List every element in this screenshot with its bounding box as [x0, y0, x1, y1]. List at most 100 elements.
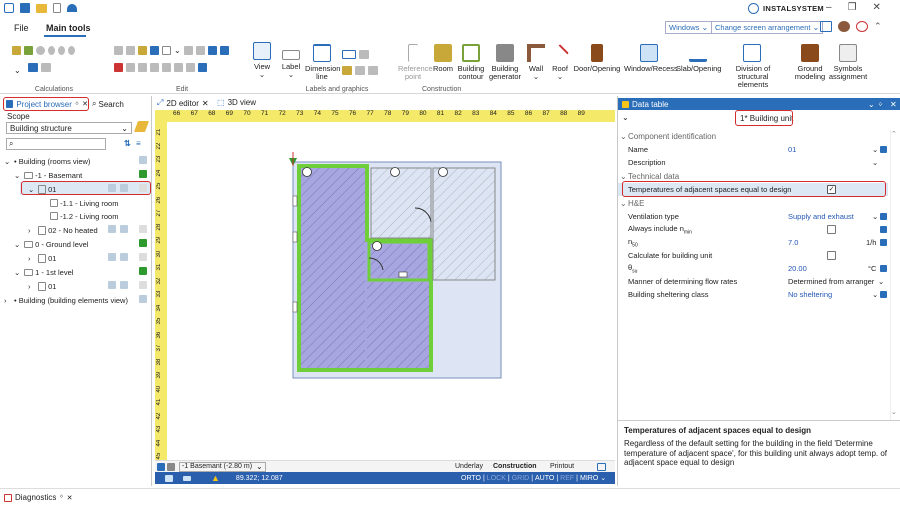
- remove-icon[interactable]: [139, 281, 147, 289]
- mirror-icon[interactable]: [183, 46, 193, 55]
- windows-dropdown[interactable]: Windows ⌄: [665, 21, 713, 34]
- settings-icon[interactable]: [28, 63, 38, 72]
- room-living-1[interactable]: [301, 168, 365, 368]
- chevron-down-icon[interactable]: ⌄: [600, 474, 606, 482]
- prop-description[interactable]: Description ⌄: [618, 156, 888, 169]
- filter-icon[interactable]: ≡: [136, 139, 141, 148]
- tree-node[interactable]: -1.1 - Living room: [50, 196, 118, 210]
- close-icon[interactable]: ✕: [67, 494, 73, 502]
- move-icon[interactable]: [150, 46, 159, 55]
- checkbox-unchecked[interactable]: [827, 251, 836, 260]
- diagnostics-tab[interactable]: Diagnostics: [15, 493, 56, 502]
- dimension-line-button[interactable]: Dimension line: [304, 44, 340, 81]
- array-icon[interactable]: [207, 46, 217, 55]
- view-mode-icon[interactable]: [139, 295, 147, 303]
- link-icon[interactable]: [880, 291, 887, 298]
- ground-modeling-button[interactable]: Ground modeling: [792, 44, 828, 81]
- prop-calc-unit[interactable]: Calculate for building unit: [618, 249, 888, 262]
- slab-opening-button[interactable]: Slab/Opening: [676, 44, 721, 73]
- underlay-button[interactable]: Underlay: [455, 463, 483, 470]
- chevron-down-icon[interactable]: ⌄: [174, 46, 181, 55]
- pin-icon[interactable]: ᛜ: [878, 100, 883, 109]
- grid-icon[interactable]: [355, 66, 365, 75]
- unit-badge-icon[interactable]: [120, 281, 128, 289]
- grid-icon[interactable]: [174, 63, 183, 72]
- unit-badge-icon[interactable]: [108, 281, 116, 289]
- view-mode-icon[interactable]: [139, 156, 147, 164]
- symbols-assignment-button[interactable]: Symbols assignment: [828, 44, 868, 81]
- section-component-identification[interactable]: ⌄ Component identification: [618, 130, 888, 142]
- collapse-ribbon-icon[interactable]: ⌃: [874, 21, 882, 32]
- tab-search[interactable]: ⌕ Search: [92, 99, 124, 109]
- remove-icon[interactable]: [139, 253, 147, 261]
- prop-always-include[interactable]: Always include nmin: [618, 223, 888, 236]
- settings-icon[interactable]: [856, 21, 868, 32]
- pin-icon[interactable]: ᛜ: [59, 494, 63, 501]
- text-style-icon[interactable]: [342, 50, 356, 59]
- unit-badge-icon[interactable]: [108, 253, 116, 261]
- symbol-icon[interactable]: [186, 63, 195, 72]
- paste-icon[interactable]: [138, 46, 147, 55]
- menu-main-tools[interactable]: Main tools: [46, 23, 91, 33]
- remove-icon[interactable]: [139, 225, 147, 233]
- options-icon[interactable]: [597, 462, 606, 471]
- tree-node[interactable]: ⌄ -1 - Basemant: [14, 168, 82, 182]
- tree-node[interactable]: ⌄ 0 - Ground level: [14, 237, 88, 251]
- warning-icon[interactable]: ▲: [211, 473, 220, 483]
- door-opening-button[interactable]: Door/Opening: [573, 44, 621, 73]
- prop-ventilation[interactable]: Ventilation type Supply and exhaust ⌄: [618, 210, 888, 223]
- chevron-down-icon[interactable]: ⌄: [14, 66, 21, 75]
- prop-name[interactable]: Name 01 ⌄: [618, 143, 888, 156]
- tree-node[interactable]: › 02 - No heated: [28, 223, 98, 237]
- room-unheated-2[interactable]: [432, 167, 496, 281]
- mode-ref[interactable]: REF: [560, 475, 574, 482]
- room-button[interactable]: Room: [431, 44, 455, 73]
- calc-icon[interactable]: [12, 46, 21, 55]
- tree-node[interactable]: › 01: [28, 279, 56, 293]
- text-icon[interactable]: [195, 46, 205, 55]
- prop-theta-su[interactable]: θsu 20.00 °C: [618, 262, 888, 275]
- select-icon[interactable]: [162, 46, 171, 55]
- scale-icon[interactable]: [150, 63, 159, 72]
- building-icon[interactable]: [24, 46, 33, 55]
- aa-icon[interactable]: [198, 63, 207, 72]
- new-file-icon[interactable]: [53, 3, 61, 13]
- restore-icon[interactable]: ❐: [848, 2, 857, 13]
- unit-badge-icon[interactable]: [120, 225, 128, 233]
- copy-icon[interactable]: [114, 46, 123, 55]
- save-icon[interactable]: [20, 3, 30, 13]
- mode-lock[interactable]: LOCK: [487, 475, 506, 482]
- building-contour-button[interactable]: Building contour: [455, 44, 487, 81]
- link-icon[interactable]: [880, 239, 887, 246]
- scope-select[interactable]: Building structure ⌄: [6, 122, 132, 134]
- cut-icon[interactable]: [114, 63, 123, 72]
- rotate-icon[interactable]: [138, 63, 147, 72]
- prop-n50[interactable]: n50 7.0 1/h: [618, 236, 888, 249]
- layout-icon[interactable]: [820, 21, 832, 32]
- drop-icon[interactable]: [48, 46, 55, 55]
- link-icon[interactable]: [880, 226, 887, 233]
- layer-icon[interactable]: [157, 462, 165, 471]
- prop-manner-flow[interactable]: Manner of determining flow rates Determin…: [618, 275, 888, 288]
- building-generator-button[interactable]: Building generator: [488, 44, 522, 81]
- add-icon[interactable]: [139, 239, 147, 247]
- mode-auto[interactable]: AUTO: [535, 475, 554, 482]
- room-unheated-1[interactable]: [370, 167, 432, 239]
- division-button[interactable]: Division of structural elements: [724, 44, 780, 89]
- grid-icon[interactable]: [41, 63, 51, 72]
- link-icon[interactable]: [880, 265, 887, 272]
- wall-button[interactable]: Wall ⌄: [524, 44, 548, 81]
- tree-node[interactable]: ⌄ • Building (rooms view): [4, 154, 90, 168]
- unit-badge-icon[interactable]: [108, 225, 116, 233]
- undo-icon[interactable]: [67, 4, 77, 12]
- tree-node[interactable]: › • Building (building elements view): [4, 293, 128, 307]
- minimize-icon[interactable]: –: [826, 2, 832, 13]
- tree-search-input[interactable]: ⌕: [6, 138, 106, 150]
- scroll-up-icon[interactable]: ⌃: [891, 130, 897, 138]
- label-button[interactable]: Label ⌄: [278, 44, 304, 79]
- table-icon[interactable]: [359, 50, 369, 59]
- roof-button[interactable]: Roof ⌄: [548, 44, 572, 81]
- open-folder-icon[interactable]: [36, 3, 47, 13]
- view-button[interactable]: View ⌄: [252, 42, 272, 79]
- image-icon[interactable]: [368, 66, 378, 75]
